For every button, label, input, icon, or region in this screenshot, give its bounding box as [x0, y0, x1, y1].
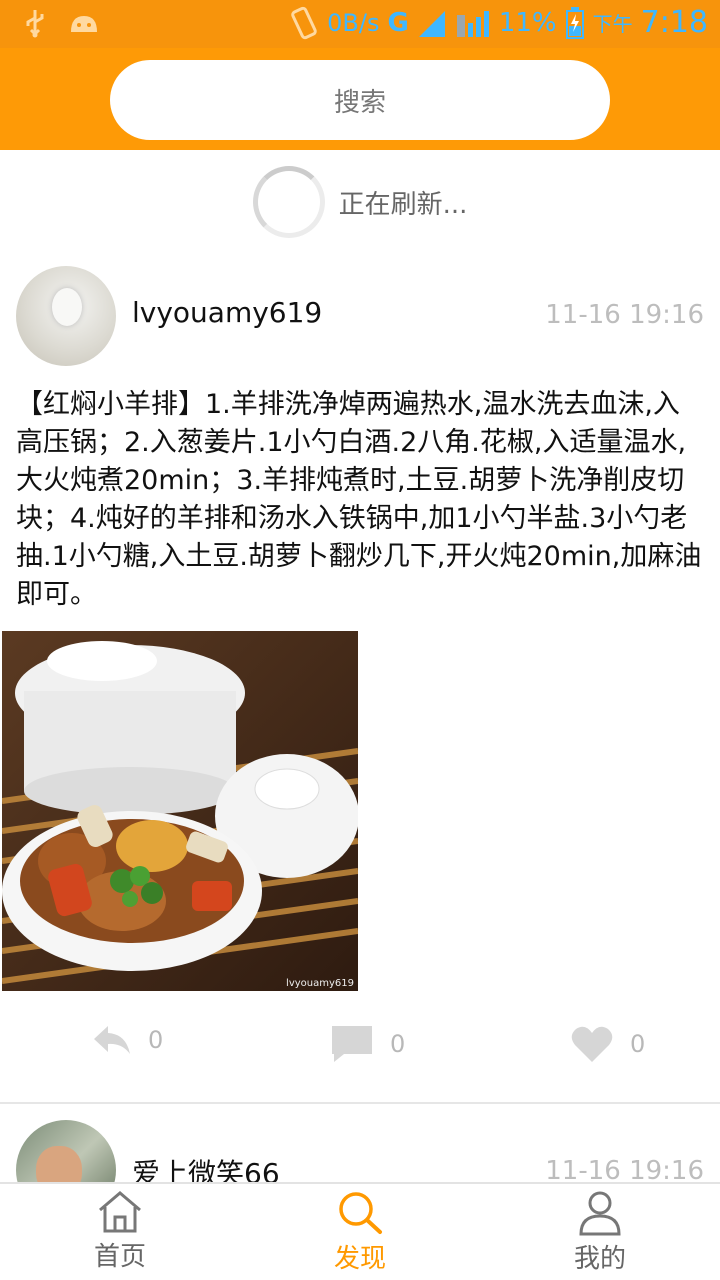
signal-icon [418, 10, 445, 37]
clock-period: 下午 [592, 12, 633, 36]
nav-mine-label: 我的 [573, 1244, 626, 1274]
share-count: 0 [148, 1026, 164, 1054]
comment-icon [332, 1026, 372, 1062]
post-divider [0, 1102, 720, 1104]
bottom-nav: 首页 发现 我的 [0, 1182, 720, 1280]
food-photo [2, 631, 358, 991]
nav-discover-label: 发现 [333, 1244, 386, 1274]
usb-icon [26, 10, 44, 38]
person-icon [579, 1191, 621, 1236]
refresh-text: 正在刷新... [338, 189, 468, 220]
share-icon [94, 1026, 130, 1054]
like-count: 0 [630, 1030, 646, 1058]
search-header: 搜索 [0, 48, 720, 150]
network-type: G [387, 7, 409, 38]
search-icon [339, 1192, 382, 1234]
image-watermark: lvyouamy619 [286, 978, 354, 989]
clock: 7:18 [640, 5, 708, 40]
android-icon [71, 16, 97, 32]
post-username[interactable]: lvyouamy619 [132, 296, 322, 329]
loading-spinner-icon [252, 166, 325, 238]
status-left [22, 8, 100, 38]
post-actions: 0 0 0 [0, 1024, 720, 1070]
search-input[interactable]: 搜索 [110, 60, 610, 140]
nav-discover[interactable]: 发现 [240, 1184, 480, 1280]
avatar-photo [52, 288, 82, 326]
comment-count: 0 [390, 1030, 406, 1058]
vibrate-icon [291, 6, 317, 39]
battery-percent: 11% [498, 7, 557, 38]
nav-mine[interactable]: 我的 [480, 1184, 720, 1280]
post-content: 【红焖小羊排】1.羊排洗净焯两遍热水,温水洗去血沫,入高压锅；2.入葱姜片.1小… [16, 389, 702, 610]
home-icon [99, 1191, 141, 1233]
net-speed: 0B/s [327, 8, 380, 37]
status-right: 0B/s G 11% 下午 7:18 [289, 5, 708, 40]
pull-refresh-indicator: 正在刷新... [0, 150, 720, 254]
share-button[interactable]: 0 [92, 1024, 163, 1056]
nav-home-label: 首页 [93, 1242, 146, 1272]
search-placeholder: 搜索 [333, 87, 386, 118]
like-button[interactable]: 0 [570, 1024, 645, 1064]
signal2-icon [456, 10, 489, 37]
avatar[interactable] [16, 266, 116, 366]
post-image[interactable]: lvyouamy619 [2, 631, 358, 991]
status-bar: 0B/s G 11% 下午 7:18 [0, 0, 720, 48]
nav-home[interactable]: 首页 [0, 1184, 240, 1280]
comment-button[interactable]: 0 [330, 1024, 405, 1064]
heart-icon [571, 1026, 613, 1062]
post-time: 11-16 19:16 [545, 300, 704, 330]
battery-icon [565, 6, 584, 39]
